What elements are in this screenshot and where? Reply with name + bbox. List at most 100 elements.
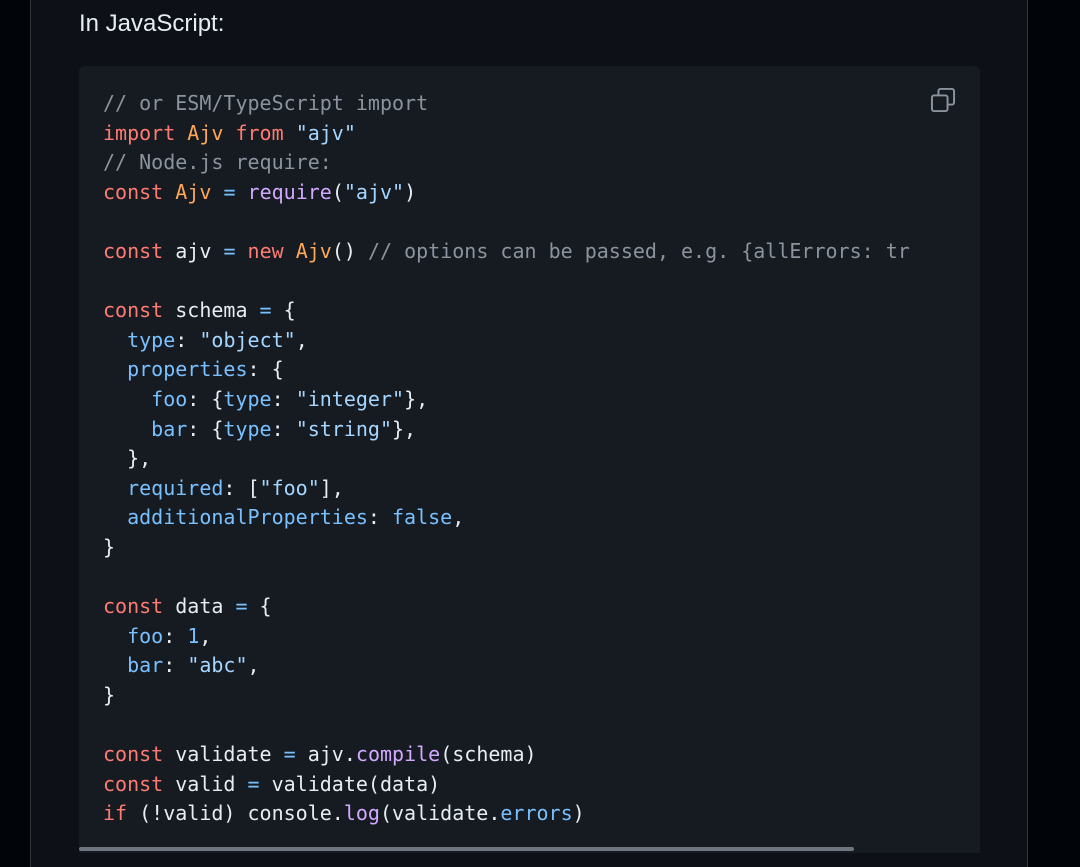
code-line: const data = {	[103, 592, 910, 622]
code-lines: // or ESM/TypeScript import import Ajv fr…	[103, 89, 910, 829]
code-token: : {	[187, 386, 224, 411]
code-token: // Node.js require:	[103, 150, 332, 175]
code-line: bar: {type: "string"},	[103, 415, 910, 445]
code-token: "string"	[295, 416, 393, 441]
code-line: const validate = ajv.compile(schema)	[103, 740, 910, 770]
code-viewport[interactable]: // or ESM/TypeScript import import Ajv fr…	[79, 66, 915, 845]
code-token: false	[392, 505, 453, 530]
code-token: ,	[452, 505, 465, 530]
code-token: }	[103, 534, 116, 559]
code-token: ,	[295, 327, 308, 352]
code-token: compile	[355, 742, 441, 767]
horizontal-scrollbar-thumb[interactable]	[79, 847, 854, 851]
code-token: foo	[151, 386, 188, 411]
code-token: bar	[127, 653, 164, 678]
code-token: required	[127, 475, 224, 500]
code-token: ajv.	[295, 742, 356, 767]
code-token: bar	[151, 416, 188, 441]
code-token: (validate.	[379, 801, 501, 826]
code-token: )	[404, 179, 417, 204]
code-token: foo	[127, 623, 164, 648]
code-token: log	[343, 801, 380, 826]
code-token: ,	[247, 653, 260, 678]
code-token: from	[235, 120, 284, 145]
code-token: }	[103, 682, 116, 707]
code-line: if (!valid) console.log(validate.errors)	[103, 799, 910, 829]
code-token: :	[163, 653, 188, 678]
code-token: const	[103, 179, 164, 204]
code-token: :	[271, 386, 296, 411]
code-token: type	[127, 327, 176, 352]
code-token: : {	[187, 416, 224, 441]
code-line: type: "object",	[103, 326, 910, 356]
code-token: : {	[247, 357, 284, 382]
code-line: const schema = {	[103, 296, 910, 326]
code-line: properties: {	[103, 355, 910, 385]
code-token: =	[235, 594, 248, 619]
code-token: "ajv"	[343, 179, 405, 204]
code-token: type	[223, 386, 272, 411]
code-token: },	[404, 386, 429, 411]
code-token: validate(data)	[259, 771, 441, 796]
code-line: }	[103, 533, 910, 563]
code-token: =	[223, 179, 236, 204]
code-token: Ajv	[187, 120, 224, 145]
code-token: Ajv	[295, 238, 332, 263]
code-token: data	[163, 594, 236, 619]
code-block[interactable]: // or ESM/TypeScript import import Ajv fr…	[79, 66, 980, 853]
code-token: "abc"	[187, 653, 248, 678]
code-line: // or ESM/TypeScript import	[103, 89, 910, 119]
code-token: // or ESM/TypeScript import	[103, 91, 429, 115]
code-line: foo: 1,	[103, 622, 910, 652]
code-line: additionalProperties: false,	[103, 503, 910, 533]
code-line: bar: "abc",	[103, 651, 910, 681]
code-token: 1	[187, 623, 200, 648]
code-token: : [	[223, 475, 260, 500]
code-line: foo: {type: "integer"},	[103, 385, 910, 415]
code-token: :	[271, 416, 296, 441]
code-line: const valid = validate(data)	[103, 770, 910, 800]
code-token: // options can be passed, e.g. {allError…	[367, 238, 910, 263]
code-token: type	[223, 416, 272, 441]
code-token: Ajv	[175, 179, 212, 204]
code-token: =	[223, 238, 236, 263]
code-token: const	[103, 594, 164, 619]
horizontal-scrollbar[interactable]	[79, 845, 980, 853]
code-token: errors	[500, 801, 573, 826]
copy-button[interactable]	[927, 84, 959, 116]
code-token: require	[247, 179, 332, 204]
code-token: :	[163, 623, 188, 648]
code-token: ajv	[163, 238, 224, 263]
copy-icon	[930, 87, 956, 113]
code-token: {	[247, 594, 272, 619]
code-token: },	[392, 416, 417, 441]
code-token: schema	[163, 298, 260, 323]
code-token: properties	[127, 357, 248, 382]
code-line: const ajv = new Ajv() // options can be …	[103, 237, 910, 267]
code-token: =	[247, 771, 260, 796]
code-token: ,	[199, 623, 212, 648]
code-token: (schema)	[440, 742, 537, 767]
code-token: "foo"	[259, 475, 320, 500]
code-token: import	[103, 120, 176, 145]
code-token: (	[331, 179, 344, 204]
code-token: const	[103, 298, 164, 323]
code-token: :	[175, 327, 200, 352]
